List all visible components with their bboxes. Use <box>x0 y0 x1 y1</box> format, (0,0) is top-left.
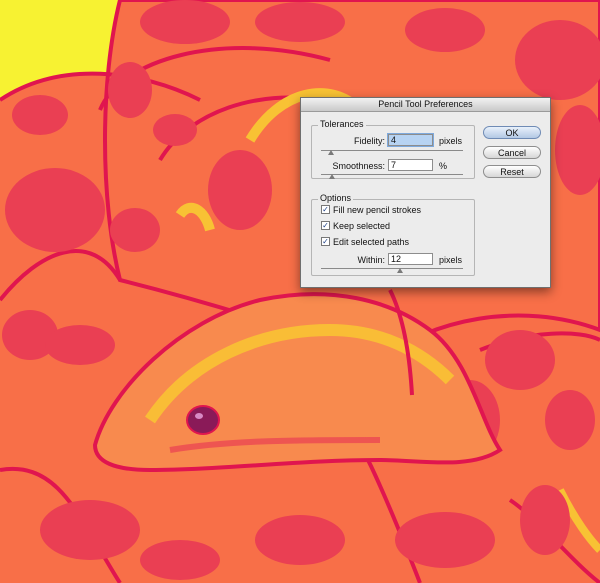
within-slider-thumb[interactable] <box>397 268 403 273</box>
edit-selected-paths-label: Edit selected paths <box>333 236 410 247</box>
keep-selected-checkbox[interactable]: ✓ <box>321 221 330 230</box>
snake-artwork-canvas <box>0 0 600 583</box>
cancel-button[interactable]: Cancel <box>483 146 541 159</box>
options-legend: Options <box>318 193 354 203</box>
keep-selected-label: Keep selected <box>333 220 391 231</box>
smoothness-input[interactable]: 7 <box>388 159 433 171</box>
reset-button[interactable]: Reset <box>483 165 541 178</box>
within-unit: pixels <box>439 255 463 265</box>
smoothness-label: Smoothness: <box>332 161 385 171</box>
ok-button[interactable]: OK <box>483 126 541 139</box>
keep-selected-row[interactable]: ✓ Keep selected <box>321 220 390 231</box>
edit-selected-paths-checkbox[interactable]: ✓ <box>321 237 330 246</box>
fill-new-strokes-checkbox[interactable]: ✓ <box>321 205 330 214</box>
fidelity-label: Fidelity: <box>353 136 385 146</box>
within-slider-track[interactable] <box>321 268 463 269</box>
fidelity-slider-thumb[interactable] <box>328 150 334 155</box>
fill-new-strokes-label: Fill new pencil strokes <box>333 204 422 215</box>
fidelity-input[interactable]: 4 <box>388 134 433 146</box>
edit-selected-paths-row[interactable]: ✓ Edit selected paths <box>321 236 409 247</box>
within-label: Within: <box>357 255 385 265</box>
tolerances-legend: Tolerances <box>318 119 366 129</box>
smoothness-slider-thumb[interactable] <box>329 174 335 179</box>
fidelity-slider-track[interactable] <box>321 150 463 151</box>
fidelity-unit: pixels <box>439 136 463 146</box>
pencil-tool-preferences-dialog: Pencil Tool Preferences Tolerances Fidel… <box>300 97 551 288</box>
within-input[interactable]: 12 <box>388 253 433 265</box>
smoothness-unit: % <box>439 161 448 171</box>
smoothness-slider-track[interactable] <box>321 174 463 175</box>
fill-new-strokes-row[interactable]: ✓ Fill new pencil strokes <box>321 204 421 215</box>
dialog-title: Pencil Tool Preferences <box>301 98 550 112</box>
